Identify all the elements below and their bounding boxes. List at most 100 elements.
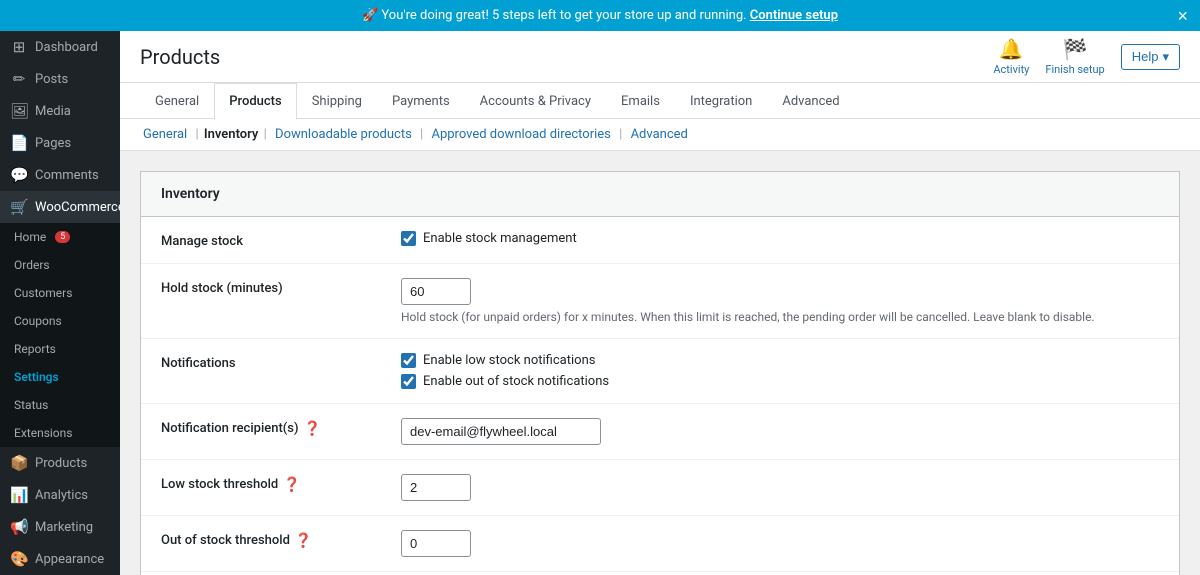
subnav-advanced[interactable]: Advanced bbox=[631, 127, 688, 142]
sidebar-submenu-customers[interactable]: Customers bbox=[0, 279, 120, 307]
tab-shipping[interactable]: Shipping bbox=[297, 83, 377, 119]
subnav-general[interactable]: General bbox=[143, 127, 187, 142]
inventory-section: Inventory Manage stock Enable stock mana… bbox=[140, 171, 1180, 575]
activity-label: Activity bbox=[993, 63, 1029, 76]
tab-payments[interactable]: Payments bbox=[377, 83, 465, 119]
finish-setup-icon: 🏁 bbox=[1063, 37, 1088, 61]
sidebar-label-orders: Orders bbox=[14, 258, 50, 272]
home-badge: 5 bbox=[55, 231, 70, 243]
activity-icon: 🔔 bbox=[999, 37, 1024, 61]
subnav-approved-dirs[interactable]: Approved download directories bbox=[431, 127, 610, 142]
tab-products[interactable]: Products bbox=[214, 83, 296, 119]
appearance-icon: 🎨 bbox=[10, 550, 28, 568]
row-notifications: Notifications Enable low stock notificat… bbox=[141, 339, 1179, 404]
sidebar-label-marketing: Marketing bbox=[35, 520, 93, 535]
woocommerce-icon: 🛒 bbox=[10, 198, 28, 216]
continue-setup-link[interactable]: Continue setup bbox=[750, 8, 838, 23]
tab-emails[interactable]: Emails bbox=[606, 83, 675, 119]
out-of-stock-threshold-input[interactable] bbox=[401, 530, 471, 557]
sidebar-item-media[interactable]: 🖼 Media bbox=[0, 95, 120, 127]
out-of-stock-notify-label: Enable out of stock notifications bbox=[423, 374, 609, 389]
sidebar-label-coupons: Coupons bbox=[14, 314, 62, 328]
sidebar-item-posts[interactable]: ✏ Posts bbox=[0, 63, 120, 95]
notice-bar: 🚀 You're doing great! 5 steps left to ge… bbox=[0, 0, 1200, 31]
sidebar-item-analytics[interactable]: 📊 Analytics bbox=[0, 479, 120, 511]
subnav-inventory: Inventory bbox=[204, 127, 259, 142]
finish-setup-button[interactable]: 🏁 Finish setup bbox=[1045, 37, 1104, 76]
sidebar-label-dashboard: Dashboard bbox=[35, 40, 98, 55]
posts-icon: ✏ bbox=[10, 70, 28, 88]
sidebar-item-products[interactable]: 📦 Products bbox=[0, 447, 120, 479]
notification-recipient-input[interactable] bbox=[401, 418, 601, 445]
top-bar: Products 🔔 Activity 🏁 Finish setup Help … bbox=[120, 31, 1200, 83]
tab-integration[interactable]: Integration bbox=[675, 83, 767, 119]
main-content: Inventory Manage stock Enable stock mana… bbox=[120, 151, 1200, 575]
control-hold-stock: Hold stock (for unpaid orders) for x min… bbox=[401, 278, 1159, 324]
hold-stock-description: Hold stock (for unpaid orders) for x min… bbox=[401, 310, 1159, 324]
row-hold-stock: Hold stock (minutes) Hold stock (for unp… bbox=[141, 264, 1179, 339]
notification-recipient-help-icon[interactable]: ❓ bbox=[304, 421, 321, 437]
sidebar-submenu-orders[interactable]: Orders bbox=[0, 251, 120, 279]
media-icon: 🖼 bbox=[10, 102, 28, 120]
sidebar-label-reports: Reports bbox=[14, 342, 56, 356]
row-low-stock-threshold: Low stock threshold ❓ bbox=[141, 460, 1179, 516]
low-stock-notify-checkbox[interactable] bbox=[401, 353, 416, 368]
analytics-icon: 📊 bbox=[10, 486, 28, 504]
help-button[interactable]: Help ▾ bbox=[1121, 44, 1180, 70]
sidebar-item-comments[interactable]: 💬 Comments bbox=[0, 159, 120, 191]
low-stock-notify-label: Enable low stock notifications bbox=[423, 353, 595, 368]
sidebar-item-woocommerce[interactable]: 🛒 WooCommerce bbox=[0, 191, 120, 223]
sub-nav: General | Inventory | Downloadable produ… bbox=[120, 119, 1200, 151]
sidebar-submenu-settings[interactable]: Settings bbox=[0, 363, 120, 391]
sidebar-submenu-home[interactable]: Home 5 bbox=[0, 223, 120, 251]
pages-icon: 📄 bbox=[10, 134, 28, 152]
sidebar-label-analytics: Analytics bbox=[35, 488, 88, 503]
comments-icon: 💬 bbox=[10, 166, 28, 184]
help-chevron-icon: ▾ bbox=[1162, 49, 1169, 65]
notice-text: 🚀 You're doing great! 5 steps left to ge… bbox=[362, 8, 838, 23]
dashboard-icon: ⊞ bbox=[10, 38, 28, 56]
hold-stock-input[interactable] bbox=[401, 278, 471, 305]
label-hold-stock: Hold stock (minutes) bbox=[161, 278, 381, 296]
label-notification-recipient: Notification recipient(s) ❓ bbox=[161, 418, 381, 437]
sidebar-label-media: Media bbox=[35, 104, 71, 119]
sidebar-submenu-status[interactable]: Status bbox=[0, 391, 120, 419]
sidebar-label-settings: Settings bbox=[14, 370, 59, 384]
activity-button[interactable]: 🔔 Activity bbox=[993, 37, 1029, 76]
tab-general[interactable]: General bbox=[140, 83, 214, 119]
sidebar-label-customers: Customers bbox=[14, 286, 72, 300]
tab-advanced[interactable]: Advanced bbox=[767, 83, 854, 119]
row-manage-stock: Manage stock Enable stock management bbox=[141, 217, 1179, 264]
enable-stock-label: Enable stock management bbox=[423, 231, 577, 246]
out-of-stock-threshold-help-icon[interactable]: ❓ bbox=[295, 533, 312, 549]
sidebar-item-marketing[interactable]: 📢 Marketing bbox=[0, 511, 120, 543]
finish-setup-label: Finish setup bbox=[1045, 63, 1104, 76]
marketing-icon: 📢 bbox=[10, 518, 28, 536]
sidebar-label-comments: Comments bbox=[35, 168, 99, 183]
notice-close-button[interactable]: × bbox=[1177, 7, 1188, 25]
control-notifications: Enable low stock notifications Enable ou… bbox=[401, 353, 1159, 389]
control-low-stock-threshold bbox=[401, 474, 1159, 501]
sidebar-submenu-coupons[interactable]: Coupons bbox=[0, 307, 120, 335]
sidebar-label-appearance: Appearance bbox=[35, 552, 104, 567]
sidebar-item-dashboard[interactable]: ⊞ Dashboard bbox=[0, 31, 120, 63]
sidebar-label-pages: Pages bbox=[35, 136, 71, 151]
low-stock-threshold-help-icon[interactable]: ❓ bbox=[283, 477, 300, 493]
sidebar-item-pages[interactable]: 📄 Pages bbox=[0, 127, 120, 159]
sidebar: ⊞ Dashboard ✏ Posts 🖼 Media 📄 Pages 💬 Co… bbox=[0, 31, 120, 575]
sidebar-item-appearance[interactable]: 🎨 Appearance bbox=[0, 543, 120, 575]
row-out-of-stock-threshold: Out of stock threshold ❓ bbox=[141, 516, 1179, 572]
sidebar-label-status: Status bbox=[14, 398, 48, 412]
row-notification-recipient: Notification recipient(s) ❓ bbox=[141, 404, 1179, 460]
sidebar-label-posts: Posts bbox=[35, 72, 68, 87]
tab-accounts-privacy[interactable]: Accounts & Privacy bbox=[465, 83, 606, 119]
enable-stock-checkbox[interactable] bbox=[401, 231, 416, 246]
tabs-bar: General Products Shipping Payments Accou… bbox=[120, 83, 1200, 119]
low-stock-threshold-input[interactable] bbox=[401, 474, 471, 501]
sidebar-submenu-reports[interactable]: Reports bbox=[0, 335, 120, 363]
subnav-downloadable[interactable]: Downloadable products bbox=[275, 127, 412, 142]
out-of-stock-notify-checkbox[interactable] bbox=[401, 374, 416, 389]
label-low-stock-threshold: Low stock threshold ❓ bbox=[161, 474, 381, 493]
page-title: Products bbox=[140, 45, 220, 69]
sidebar-submenu-extensions[interactable]: Extensions bbox=[0, 419, 120, 447]
